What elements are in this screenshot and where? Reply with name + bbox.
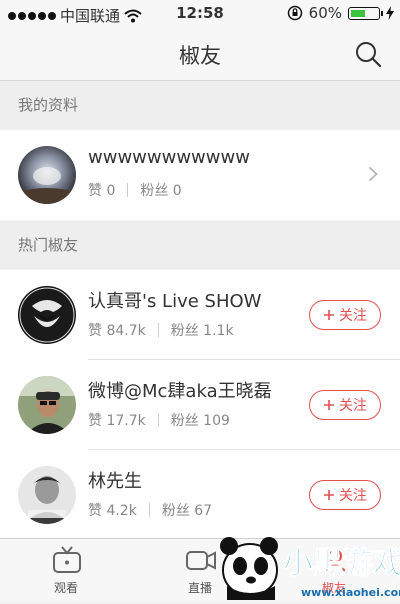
my-profile-row[interactable]: wwwwwwwwwww 赞 0 粉丝 0	[0, 130, 400, 220]
user-name: 微博@Mc肆aka王晓磊	[88, 381, 272, 402]
battery-percent: 60%	[308, 4, 342, 22]
section-my-profile: 我的资料	[0, 81, 400, 129]
fans-count: 粉丝 67	[161, 503, 213, 519]
avatar	[18, 466, 76, 524]
charging-icon	[386, 6, 394, 20]
avatar	[18, 286, 76, 344]
follow-button[interactable]: 关注	[309, 300, 381, 330]
user-stats: 赞 84.7k 粉丝 1.1k	[88, 320, 234, 340]
user-stats: 赞 17.7k 粉丝 109	[88, 410, 230, 430]
status-right: 60%	[287, 4, 394, 22]
panda-icon: 小黑游戏 www.xiaohei.com	[220, 537, 400, 600]
avatar	[18, 146, 76, 204]
nav-bar: 椒友	[0, 28, 400, 81]
follow-label: 关注	[339, 308, 367, 324]
search-icon[interactable]	[354, 40, 382, 68]
fans-count: 粉丝 1.1k	[170, 323, 234, 339]
plus-icon	[324, 490, 334, 500]
profile-stats: 赞 0 粉丝 0	[88, 180, 182, 200]
fans-count: 粉丝 109	[170, 413, 230, 429]
profile-name: wwwwwwwwwww	[88, 147, 250, 168]
avatar	[18, 376, 76, 434]
follow-button[interactable]: 关注	[309, 480, 381, 510]
list-item-user[interactable]: 林先生 赞 4.2k 粉丝 67 关注	[0, 450, 400, 540]
divider	[157, 323, 159, 337]
status-bar: 中国联通 12:58 60%	[0, 0, 400, 28]
tv-icon	[53, 546, 81, 573]
tab-watch[interactable]: 观看	[6, 539, 126, 601]
user-stats: 赞 4.2k 粉丝 67	[88, 500, 212, 520]
watermark-logo: 小黑游戏 www.xiaohei.com	[205, 528, 400, 600]
plus-icon	[324, 310, 334, 320]
chevron-right-icon	[368, 166, 378, 182]
page-title: 椒友	[179, 44, 221, 68]
fans-count: 粉丝 0	[140, 183, 182, 199]
likes-count: 赞 0	[88, 183, 116, 199]
divider	[157, 413, 159, 427]
list-item-user[interactable]: 认真哥's Live SHOW 赞 84.7k 粉丝 1.1k 关注	[0, 270, 400, 360]
likes-count: 赞 84.7k	[88, 323, 146, 339]
likes-count: 赞 4.2k	[88, 503, 137, 519]
list-item-user[interactable]: 微博@Mc肆aka王晓磊 赞 17.7k 粉丝 109 关注	[0, 360, 400, 450]
follow-button[interactable]: 关注	[309, 390, 381, 420]
section-popular: 热门椒友	[0, 221, 400, 269]
battery-icon	[348, 6, 383, 20]
tab-watch-label: 观看	[53, 581, 78, 595]
likes-count: 赞 17.7k	[88, 413, 146, 429]
follow-label: 关注	[339, 488, 367, 504]
follow-label: 关注	[339, 398, 367, 414]
plus-icon	[324, 400, 334, 410]
watermark-text: 小黑游戏	[283, 546, 400, 581]
watermark-url: www.xiaohei.com	[301, 586, 400, 599]
rotation-lock-icon	[287, 5, 302, 21]
divider	[148, 503, 150, 517]
divider	[127, 183, 129, 197]
user-name: 认真哥's Live SHOW	[88, 291, 262, 312]
user-name: 林先生	[88, 471, 142, 492]
